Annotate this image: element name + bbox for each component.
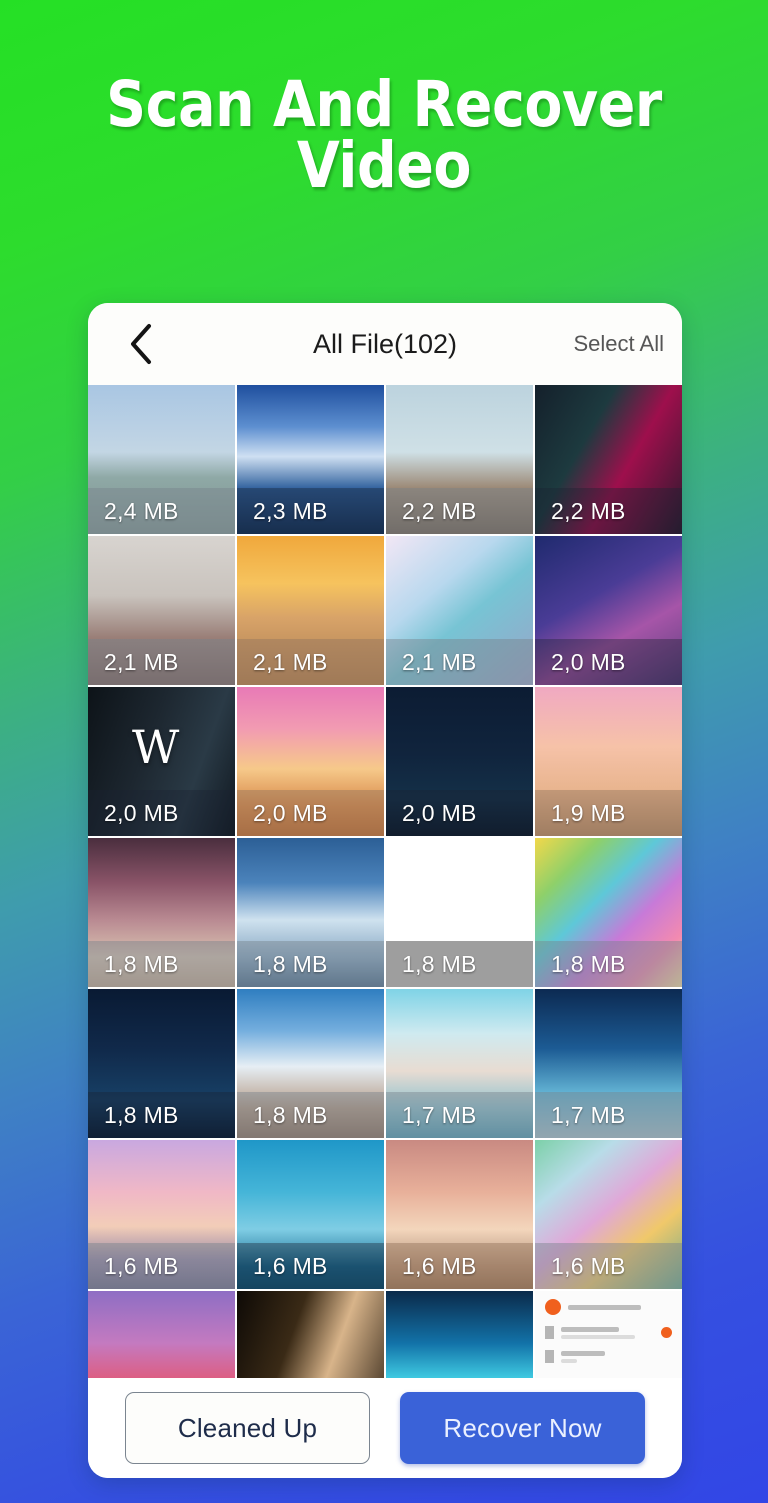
file-tile[interactable]: 2,0 MB: [535, 536, 682, 685]
file-size-label: 1,8 MB: [237, 1092, 384, 1138]
file-tile[interactable]: 2,2 MB: [386, 385, 533, 534]
file-tile[interactable]: 1,8 MB: [386, 838, 533, 987]
file-size-label: 2,1 MB: [237, 639, 384, 685]
file-size-label: 2,0 MB: [237, 790, 384, 836]
file-thumbnail: [386, 1291, 533, 1380]
file-tile[interactable]: 1,8 MB: [237, 838, 384, 987]
file-tile[interactable]: 1,6 MB: [386, 1140, 533, 1289]
file-tile[interactable]: 1,9 MB: [535, 687, 682, 836]
file-thumbnail: [88, 1291, 235, 1380]
file-thumbnail: [237, 1291, 384, 1380]
file-size-label: 1,6 MB: [535, 1243, 682, 1289]
file-size-label: 1,7 MB: [535, 1092, 682, 1138]
file-tile[interactable]: 1,6 MB: [237, 1140, 384, 1289]
recover-now-button[interactable]: Recover Now: [400, 1392, 645, 1464]
file-size-label: 2,1 MB: [386, 639, 533, 685]
file-size-label: 1,7 MB: [386, 1092, 533, 1138]
file-tile[interactable]: 1,6 MB: [535, 1140, 682, 1289]
file-size-label: 1,6 MB: [88, 1243, 235, 1289]
file-tile[interactable]: 2,0 MB: [386, 687, 533, 836]
file-tile[interactable]: 2,2 MB: [535, 385, 682, 534]
select-all-button[interactable]: Select All: [574, 303, 665, 385]
file-tile[interactable]: 2,1 MB: [237, 536, 384, 685]
file-size-label: 1,8 MB: [88, 941, 235, 987]
file-size-label: 1,8 MB: [535, 941, 682, 987]
file-size-label: 1,9 MB: [535, 790, 682, 836]
action-bar: Cleaned Up Recover Now: [88, 1378, 682, 1478]
file-tile[interactable]: W 2,0 MB: [88, 687, 235, 836]
file-tile[interactable]: 1,7 MB: [386, 989, 533, 1138]
file-tile[interactable]: 2,1 MB: [386, 536, 533, 685]
file-size-label: 2,1 MB: [88, 639, 235, 685]
file-size-label: 2,3 MB: [237, 488, 384, 534]
file-size-label: 2,2 MB: [535, 488, 682, 534]
file-tile[interactable]: 1,7 MB: [535, 989, 682, 1138]
app-top-bar: All File(102) Select All: [88, 303, 682, 385]
cleaned-up-button[interactable]: Cleaned Up: [125, 1392, 370, 1464]
watermark-letter: W: [131, 719, 180, 774]
file-tile[interactable]: [88, 1291, 235, 1380]
file-size-label: 2,0 MB: [88, 790, 235, 836]
file-tile[interactable]: [535, 1291, 682, 1380]
file-tile[interactable]: 2,4 MB: [88, 385, 235, 534]
file-size-label: 2,2 MB: [386, 488, 533, 534]
file-size-label: 1,6 MB: [386, 1243, 533, 1289]
file-tile[interactable]: 1,8 MB: [237, 989, 384, 1138]
file-tile[interactable]: [386, 1291, 533, 1380]
file-tile[interactable]: 2,3 MB: [237, 385, 384, 534]
file-size-label: 2,0 MB: [535, 639, 682, 685]
phone-screen-card: All File(102) Select All 2,4 MB 2,3 MB 2,2…: [88, 303, 682, 1478]
page-title: Scan And Recover Video: [106, 68, 662, 203]
settings-screenshot-thumbnail: [535, 1291, 682, 1380]
file-size-label: 2,0 MB: [386, 790, 533, 836]
file-tile[interactable]: 2,1 MB: [88, 536, 235, 685]
file-grid[interactable]: 2,4 MB 2,3 MB 2,2 MB 2,2 MB 2,1 MB 2,1 MB 2,1 …: [88, 385, 682, 1380]
file-tile[interactable]: 2,0 MB: [237, 687, 384, 836]
file-size-label: 2,4 MB: [88, 488, 235, 534]
file-tile[interactable]: [237, 1291, 384, 1380]
promo-screenshot: Scan And Recover Video All File(102) Sel…: [0, 0, 768, 1503]
file-size-label: 1,8 MB: [88, 1092, 235, 1138]
file-size-label: 1,8 MB: [386, 941, 533, 987]
file-tile[interactable]: 1,8 MB: [88, 989, 235, 1138]
file-size-label: 1,6 MB: [237, 1243, 384, 1289]
file-tile[interactable]: 1,8 MB: [535, 838, 682, 987]
file-tile[interactable]: 1,8 MB: [88, 838, 235, 987]
file-size-label: 1,8 MB: [237, 941, 384, 987]
file-tile[interactable]: 1,6 MB: [88, 1140, 235, 1289]
